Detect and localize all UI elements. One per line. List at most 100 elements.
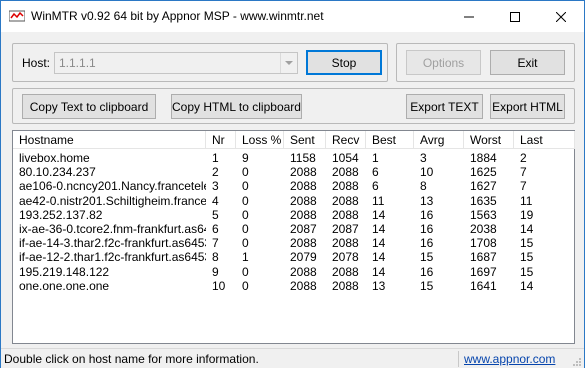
cell-recv: 2088 [332,278,359,293]
cell-last: 11 [520,193,533,208]
appnor-link[interactable]: www.appnor.com [464,352,555,366]
cell-loss: 0 [242,264,249,279]
cell-last: 15 [520,250,534,265]
table-row[interactable]: livebox.home 1 9 1158 1054 1 3 1884 2 [13,151,574,165]
cell-recv: 2088 [332,207,359,222]
cell-last: 14 [520,278,534,293]
cell-hostname[interactable]: if-ae-14-3.thar2.f2c-frankfurt.as6453... [13,236,206,250]
minimize-button[interactable] [446,1,492,32]
close-button[interactable] [538,1,584,32]
table-row[interactable]: 193.252.137.82 5 0 2088 2088 14 16 1563 19 [13,208,574,222]
column-header-avrg[interactable]: Avrg [414,131,464,149]
status-divider [458,351,459,367]
table-row[interactable]: if-ae-14-3.thar2.f2c-frankfurt.as6453...… [13,236,574,250]
copy-text-button[interactable]: Copy Text to clipboard [22,94,156,119]
cell-hostname[interactable]: 193.252.137.82 [13,208,206,222]
host-combobox[interactable]: 1.1.1.1 [54,52,298,74]
close-icon [556,11,566,22]
cell-avrg: 16 [420,264,434,279]
cell-nr: 7 [212,236,219,251]
cell-avrg: 15 [420,250,434,265]
cell-last: 7 [520,165,527,180]
cell-nr: 3 [212,179,219,194]
cell-recv: 2087 [332,222,359,236]
host-label: Host: [22,56,51,70]
winmtr-app-icon[interactable] [8,8,26,24]
cell-loss: 0 [242,165,249,180]
table-row[interactable]: ix-ae-36-0.tcore2.fnm-frankfurt.as645...… [13,222,574,236]
cell-hostname[interactable]: 195.219.148.122 [13,265,206,279]
cell-worst: 1687 [470,250,497,265]
cell-avrg: 3 [420,151,427,165]
cell-nr: 5 [212,207,219,222]
cell-loss: 0 [242,278,249,293]
combo-dropdown-button[interactable] [280,53,297,73]
table-row[interactable]: if-ae-12-2.thar1.f2c-frankfurt.as6453...… [13,250,574,264]
cell-avrg: 16 [420,222,434,236]
cell-best: 11 [372,193,385,208]
column-header-recv[interactable]: Recv [326,131,366,149]
cell-last: 2 [520,151,527,165]
cell-hostname[interactable]: one.one.one.one [13,279,206,293]
options-button[interactable]: Options [406,50,481,75]
table-row[interactable]: ae42-0.nistr201.Schiltigheim.francete...… [13,194,574,208]
cell-sent: 2088 [290,236,317,251]
cell-avrg: 13 [420,193,434,208]
cell-best: 6 [372,179,379,194]
cell-sent: 2079 [290,250,317,265]
cell-sent: 2087 [290,222,317,236]
cell-recv: 2078 [332,250,359,265]
cell-worst: 1627 [470,179,497,194]
column-header-sent[interactable]: Sent [284,131,326,149]
app-window: WinMTR v0.92 64 bit by Appnor MSP - www.… [0,0,585,368]
cell-best: 14 [372,236,386,251]
cell-hostname[interactable]: if-ae-12-2.thar1.f2c-frankfurt.as6453... [13,250,206,264]
column-header-loss[interactable]: Loss % [236,131,284,149]
column-header-best[interactable]: Best [366,131,414,149]
cell-hostname[interactable]: 80.10.234.237 [13,165,206,179]
host-value: 1.1.1.1 [59,56,96,70]
exit-button[interactable]: Exit [490,50,565,75]
chevron-down-icon [285,60,293,65]
copy-html-button[interactable]: Copy HTML to clipboard [171,94,302,119]
export-html-button[interactable]: Export HTML [490,94,565,119]
table-row[interactable]: ae106-0.ncncy201.Nancy.francetele... 3 0 20… [13,179,574,193]
cell-sent: 2088 [290,165,317,180]
cell-avrg: 16 [420,236,434,251]
cell-hostname[interactable]: ix-ae-36-0.tcore2.fnm-frankfurt.as645... [13,222,206,236]
column-header-hostname[interactable]: Hostname [13,131,206,149]
cell-nr: 6 [212,222,219,236]
resize-grip-icon[interactable] [572,356,582,366]
cell-hostname[interactable]: ae106-0.ncncy201.Nancy.francetele... [13,179,206,193]
cell-nr: 8 [212,250,219,265]
cell-sent: 1158 [290,151,316,165]
maximize-button[interactable] [492,1,538,32]
cell-hostname[interactable]: ae42-0.nistr201.Schiltigheim.francete... [13,194,206,208]
cell-nr: 1 [212,151,219,165]
results-table[interactable]: Hostname Nr Loss % Sent Recv Best Avrg Worst Las… [12,130,575,344]
cell-best: 14 [372,207,386,222]
cell-loss: 0 [242,222,249,236]
column-header-worst[interactable]: Worst [464,131,514,149]
cell-hostname[interactable]: livebox.home [13,151,206,165]
column-header-last[interactable]: Last [514,131,575,149]
table-row[interactable]: one.one.one.one 10 0 2088 2088 13 15 1641 14 [13,279,574,293]
cell-worst: 1884 [470,151,497,165]
minimize-icon [464,16,474,17]
cell-recv: 2088 [332,236,359,251]
cell-sent: 2088 [290,179,317,194]
cell-best: 14 [372,264,386,279]
table-row[interactable]: 80.10.234.237 2 0 2088 2088 6 10 1625 7 [13,165,574,179]
export-text-button[interactable]: Export TEXT [406,94,483,119]
title-bar[interactable]: WinMTR v0.92 64 bit by Appnor MSP - www.… [1,1,584,32]
cell-last: 14 [520,222,534,236]
maximize-icon [510,11,520,22]
cell-recv: 1054 [332,151,359,165]
cell-avrg: 10 [420,165,434,180]
cell-sent: 2088 [290,264,317,279]
stop-button[interactable]: Stop [306,50,382,75]
cell-best: 14 [372,222,386,236]
column-header-nr[interactable]: Nr [206,131,236,149]
cell-avrg: 8 [420,179,427,194]
table-row[interactable]: 195.219.148.122 9 0 2088 2088 14 16 1697 15 [13,265,574,279]
